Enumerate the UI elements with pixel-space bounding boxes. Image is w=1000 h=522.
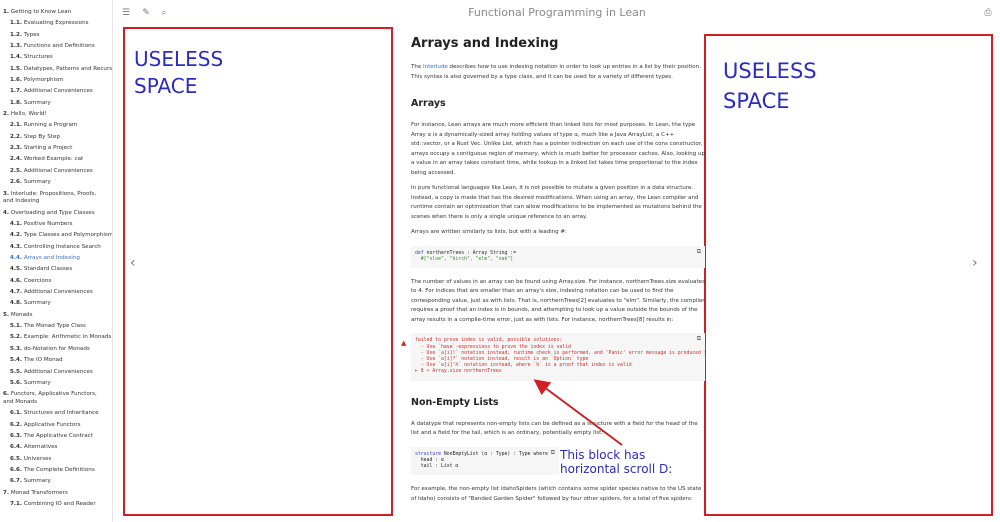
toc-item[interactable]: 6.1. Structures and Inheritance [0, 408, 112, 419]
toc-item[interactable]: 5.6. Summary [0, 378, 112, 389]
arrays-paragraph-1: For instance, Lean arrays are much more … [411, 122, 705, 176]
toc-item[interactable]: 6.3. The Applicative Contract [0, 431, 112, 442]
annotation-text-right: USELESS SPACE [723, 59, 817, 113]
toc-item[interactable]: 1.3. Functions and Definitions [0, 41, 112, 52]
toc-item[interactable]: 6.7. Summary [0, 476, 112, 487]
interlude-link[interactable]: Interlude [423, 64, 448, 70]
section-heading-arrays: Arrays [411, 98, 446, 109]
toc-item[interactable]: 4.8. Summary [0, 298, 112, 309]
toc-item[interactable]: 5. Monads [0, 310, 112, 321]
copy-icon[interactable]: ⧉ [697, 336, 701, 342]
size-paragraph: The number of values in an array can be … [411, 278, 705, 323]
next-chapter-icon[interactable]: › [972, 255, 978, 271]
sidebar-toc: 1. Getting to Know Lean 1.1. Evaluating E… [0, 0, 113, 522]
toc-item[interactable]: 6.2. Applicative Functors [0, 420, 112, 431]
toc-item[interactable]: 2.3. Starting a Project [0, 143, 112, 154]
toc-item[interactable]: 5.5. Additional Conveniences [0, 367, 112, 378]
warning-icon: ▲ [401, 339, 407, 348]
copy-icon[interactable]: ⧉ [551, 449, 555, 456]
chapter-content: Arrays and Indexing The Interlude descri… [401, 30, 705, 510]
toc-item[interactable]: 7. Monad Transformers [0, 488, 112, 499]
toc-item[interactable]: 4.3. Controlling Instance Search [0, 242, 112, 253]
toc-item[interactable]: 1.8. Summary [0, 98, 112, 109]
toc-item[interactable]: 4.5. Standard Classes [0, 264, 112, 275]
previous-chapter-icon[interactable]: ‹ [130, 255, 136, 271]
toc-item[interactable]: 1.6. Polymorphism [0, 75, 112, 86]
toc-item[interactable]: 2.5. Additional Conveniences [0, 166, 112, 177]
error-output-wrapper: ▲ ⧉ failed to prove index is valid, possi… [401, 333, 705, 381]
book-title: Functional Programming in Lean [468, 6, 646, 19]
toc-item[interactable]: 6.6. The Complete Definitions [0, 465, 112, 476]
example-paragraph: For example, the non-empty list idahoSpi… [411, 486, 702, 502]
toc-item[interactable]: 4.2. Type Classes and Polymorphism [0, 230, 112, 241]
toc-item[interactable]: 4.6. Coercions [0, 276, 112, 287]
toc-item[interactable]: 5.1. The Monad Type Class [0, 321, 112, 332]
toc-item[interactable]: 5.2. Example: Arithmetic in Monads [0, 332, 112, 343]
toc-item[interactable]: 4. Overloading and Type Classes [0, 208, 112, 219]
toc-item[interactable]: 6.5. Universes [0, 454, 112, 465]
scroll-note: This block has horizontal scroll D: [560, 448, 673, 476]
toc-item[interactable]: 1.4. Structures [0, 52, 112, 63]
toc-item[interactable]: 4.7. Additional Conveniences [0, 287, 112, 298]
toc-item[interactable]: 1.2. Types [0, 30, 112, 41]
code-block-nonempty-list[interactable]: ⧉ structure NonEmptyList (α : Type) : Typ… [411, 446, 559, 476]
toc-item[interactable]: 1.1. Evaluating Expressions [0, 18, 112, 29]
toc-item[interactable]: 1.7. Additional Conveniences [0, 86, 112, 97]
error-code-block[interactable]: ⧉ failed to prove index is valid, possibl… [411, 333, 705, 381]
toc-item[interactable]: 6.4. Alternatives [0, 442, 112, 453]
toc-item[interactable]: 5.3. do-Notation for Monads [0, 344, 112, 355]
toc-item[interactable]: 1.5. Datatypes, Patterns and Recursion [0, 64, 112, 75]
copy-icon[interactable]: ⧉ [697, 248, 701, 255]
section-heading-nonempty: Non-Empty Lists [411, 396, 499, 408]
toc-item[interactable]: 2.1. Running a Program [0, 120, 112, 131]
toc-item[interactable]: 5.4. The IO Monad [0, 355, 112, 366]
arrays-paragraph-3: Arrays are written similarly to lists, b… [411, 229, 567, 235]
toc-item[interactable]: 4.4. Arrays and Indexing [0, 253, 112, 264]
print-icon[interactable]: ⎙ [982, 7, 994, 19]
intro-paragraph: The Interlude describes how to use index… [411, 64, 701, 80]
nonempty-paragraph: A datatype that represents non-empty lis… [411, 420, 698, 437]
page-title: Arrays and Indexing [411, 36, 559, 51]
toc-item[interactable]: 2. Hello, World! [0, 109, 112, 120]
arrays-paragraph-2: In pure functional languages like Lean, … [411, 185, 702, 220]
toc-item[interactable]: 7.1. Combining IO and Reader [0, 499, 112, 510]
toc-item[interactable]: 2.4. Worked Example: cat [0, 154, 112, 165]
toc-item[interactable]: 4.1. Positive Numbers [0, 219, 112, 230]
menu-bar: ☰ ✎ ⌕ Functional Programming in Lean ⎙ [114, 0, 1000, 28]
code-block-northern-trees[interactable]: ⧉ def northernTrees : Array String := #["… [411, 245, 705, 268]
annotation-text-left: USELESS SPACE [134, 47, 224, 98]
toc-item[interactable]: 1. Getting to Know Lean [0, 7, 112, 18]
toc-item[interactable]: 3. Interlude: Propositions, Proofs, and … [0, 189, 108, 208]
toc-item[interactable]: 2.2. Step By Step [0, 132, 112, 143]
toc-item[interactable]: 2.6. Summary [0, 177, 112, 188]
annotation-box-left [123, 27, 393, 516]
toc-item[interactable]: 6. Functors, Applicative Functors, and M… [0, 389, 108, 408]
